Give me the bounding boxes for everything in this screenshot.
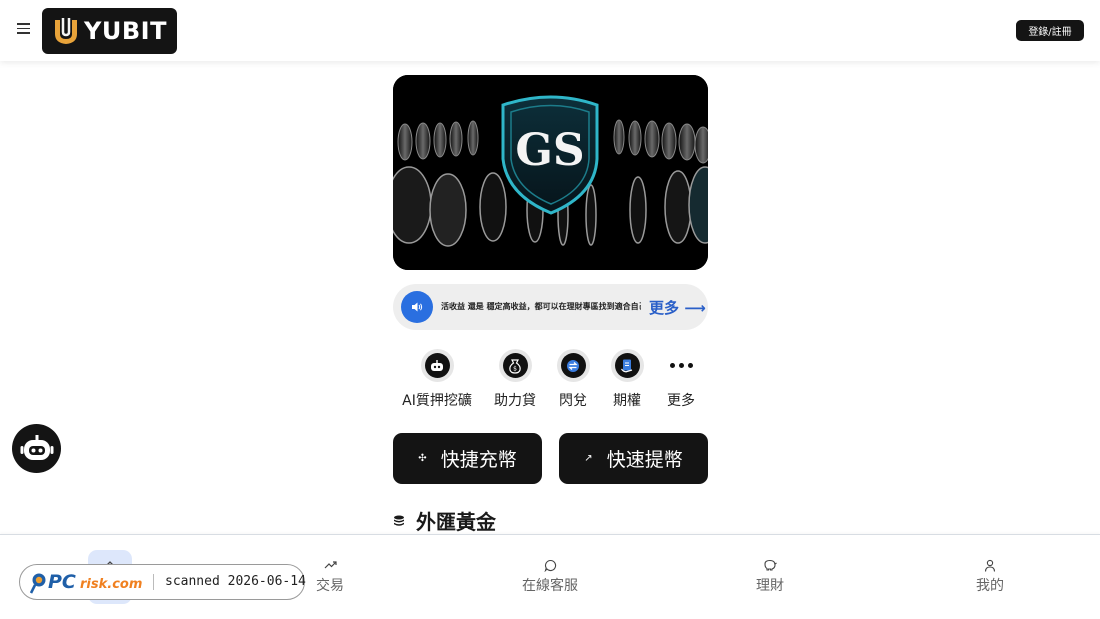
nav-label: 在線客服 xyxy=(522,578,578,594)
arrow-up-right-icon: ↗ xyxy=(584,453,593,464)
brand-name: YUBIT xyxy=(84,17,167,45)
exchange-icon xyxy=(560,353,586,378)
quick-item-more[interactable]: 更多 xyxy=(660,349,702,410)
money-bag-icon: $ xyxy=(502,353,528,378)
contract-icon xyxy=(614,353,640,378)
quick-item-options[interactable]: 期權 xyxy=(606,349,648,410)
announcement-bar[interactable]: 活收益 還是 穩定高收益，都可以在理財專區找到適合自己 更多 ⟶ xyxy=(393,284,708,330)
quick-item-loan[interactable]: $ 助力貸 xyxy=(488,349,542,410)
quick-withdraw-label: 快速提幣 xyxy=(606,449,683,471)
nav-label: 我的 xyxy=(976,578,1004,594)
section-title: 外匯黃金 xyxy=(416,510,496,534)
robot-icon xyxy=(424,353,450,378)
quick-deposit-button[interactable]: ✣ 快捷充幣 xyxy=(393,433,542,484)
quick-item-swap[interactable]: 閃兌 xyxy=(552,349,594,410)
banner-monogram: GS xyxy=(515,125,584,176)
section-heading: 外匯黃金 xyxy=(393,506,496,535)
coin-stack-icon xyxy=(394,515,404,526)
svg-text:PC: PC xyxy=(48,571,76,593)
nav-item-profile[interactable]: 我的 xyxy=(950,557,1030,595)
brand-logo[interactable]: YUBIT xyxy=(42,8,177,54)
svg-text:$: $ xyxy=(513,365,517,372)
announcement-more-link[interactable]: 更多 ⟶ xyxy=(649,297,706,318)
announcement-text: 活收益 還是 穩定高收益，都可以在理財專區找到適合自己 xyxy=(441,302,641,311)
sparkle-icon: ✣ xyxy=(418,453,427,464)
nav-label: 理財 xyxy=(756,578,784,594)
nav-item-support[interactable]: 在線客服 xyxy=(510,557,590,595)
robot-assistant-icon xyxy=(20,434,53,460)
login-register-button[interactable]: 登錄/註冊 xyxy=(1016,20,1084,41)
quick-item-label: 助力貸 xyxy=(494,393,536,409)
quick-deposit-label: 快捷充幣 xyxy=(440,449,517,471)
banner-graphic: GS xyxy=(393,75,708,270)
speaker-icon xyxy=(401,291,433,323)
chat-bubble-icon xyxy=(510,557,590,573)
app-header: YUBIT 登錄/註冊 xyxy=(0,0,1100,61)
watermark-separator xyxy=(153,574,154,590)
hamburger-menu-icon[interactable] xyxy=(17,23,30,35)
pcrisk-watermark: PC risk.com scanned 2026-06-14 xyxy=(19,564,306,600)
user-icon xyxy=(950,557,1030,573)
yubit-logo-icon xyxy=(55,18,77,44)
quick-item-label: 更多 xyxy=(667,393,695,409)
trending-up-icon xyxy=(290,557,370,573)
quick-item-label: AI質押挖礦 xyxy=(402,393,472,409)
piggy-bank-icon xyxy=(730,557,810,573)
quick-item-label: 期權 xyxy=(613,393,641,409)
promo-banner[interactable]: GS xyxy=(393,75,708,270)
quick-item-label: 閃兌 xyxy=(559,393,587,409)
svg-text:risk.com: risk.com xyxy=(80,577,142,592)
chat-assistant-button[interactable] xyxy=(12,424,61,473)
quick-withdraw-button[interactable]: ↗ 快速提幣 xyxy=(559,433,708,484)
pcrisk-logo: PC risk.com xyxy=(30,571,142,594)
more-dots-icon xyxy=(665,349,698,382)
quick-item-ai-staking[interactable]: AI質押挖礦 xyxy=(399,349,475,410)
nav-item-finance[interactable]: 理財 xyxy=(730,557,810,595)
watermark-scan-text: scanned 2026-06-14 xyxy=(165,574,306,589)
